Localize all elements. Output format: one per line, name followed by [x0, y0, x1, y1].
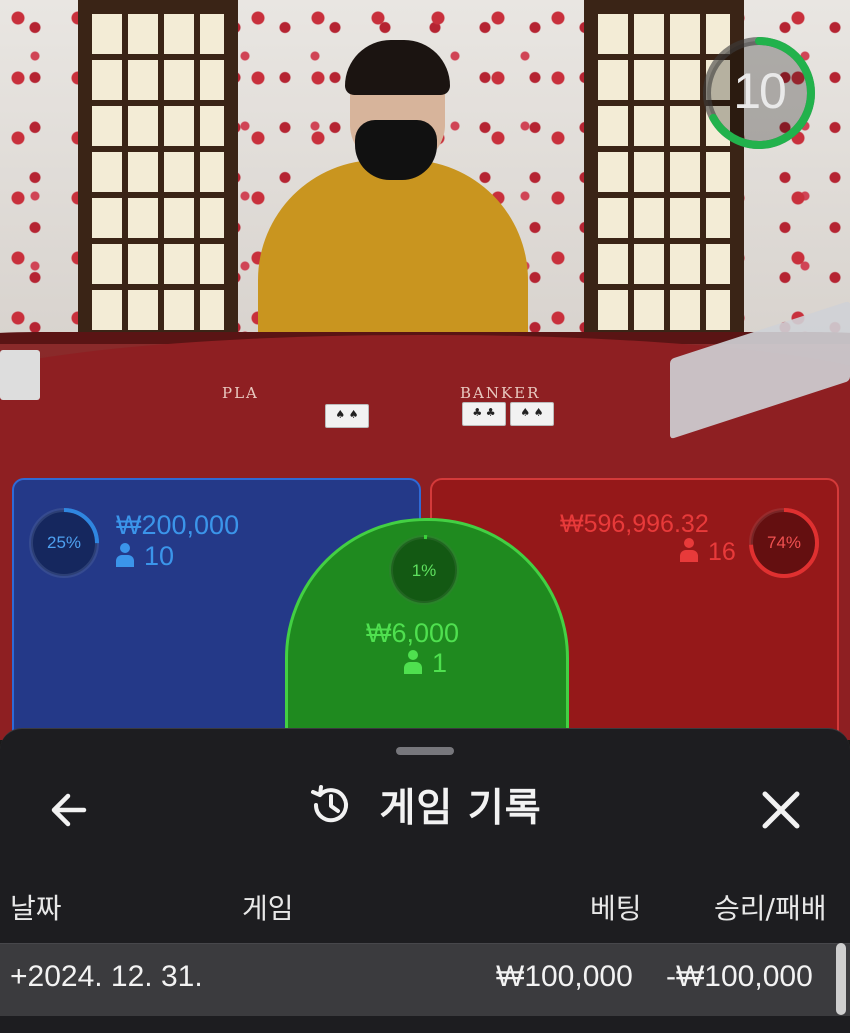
player-percent: 25%	[46, 533, 82, 552]
banker-percent: 74%	[766, 533, 802, 552]
column-header-date: 날짜	[10, 892, 62, 925]
column-header-result: 승리/패배	[714, 892, 827, 925]
lattice-screen-left	[78, 0, 238, 340]
row-bet: ₩100,000	[496, 960, 633, 993]
tie-bettor-count: 1	[404, 648, 447, 679]
row-result: -₩100,000	[666, 960, 813, 993]
person-icon	[116, 543, 134, 567]
tie-percent: 1%	[411, 561, 437, 580]
close-icon[interactable]	[752, 781, 810, 839]
column-header-game: 게임	[242, 892, 294, 925]
card: ♠ ♠	[325, 404, 369, 428]
table-banker-label: BANKER	[460, 384, 541, 402]
row-date: +2024. 12. 31.	[10, 960, 203, 993]
sheet-title: 게임 기록	[379, 786, 542, 831]
card: ♠ ♠	[510, 402, 554, 426]
game-history-sheet: 게임 기록 날짜 게임 베팅 승리/패배 +2024. 12. 31. ₩100…	[0, 728, 850, 1033]
person-icon	[680, 538, 698, 562]
player-bet-amount: ₩200,000	[116, 510, 240, 540]
history-icon	[311, 785, 349, 823]
timer-seconds: 10	[733, 63, 787, 119]
table-player-label: PLA	[222, 384, 259, 402]
person-icon	[404, 650, 422, 674]
tie-bet-amount: ₩6,000	[366, 618, 460, 648]
card: ♣ ♣	[462, 402, 506, 426]
scrollbar[interactable]	[836, 943, 846, 1015]
player-bettor-count: 10	[116, 541, 174, 572]
banker-bettor-count: 16	[680, 538, 736, 567]
table-row[interactable]: +2024. 12. 31. ₩100,000 -₩100,000	[0, 943, 850, 1016]
card-deck	[0, 350, 40, 400]
column-header-bet: 베팅	[590, 892, 642, 925]
sheet-drag-handle[interactable]	[396, 747, 454, 755]
sheet-header: 게임 기록	[0, 777, 850, 837]
banker-bet-amount: ₩596,996.32	[560, 510, 709, 538]
dealer	[258, 160, 528, 360]
